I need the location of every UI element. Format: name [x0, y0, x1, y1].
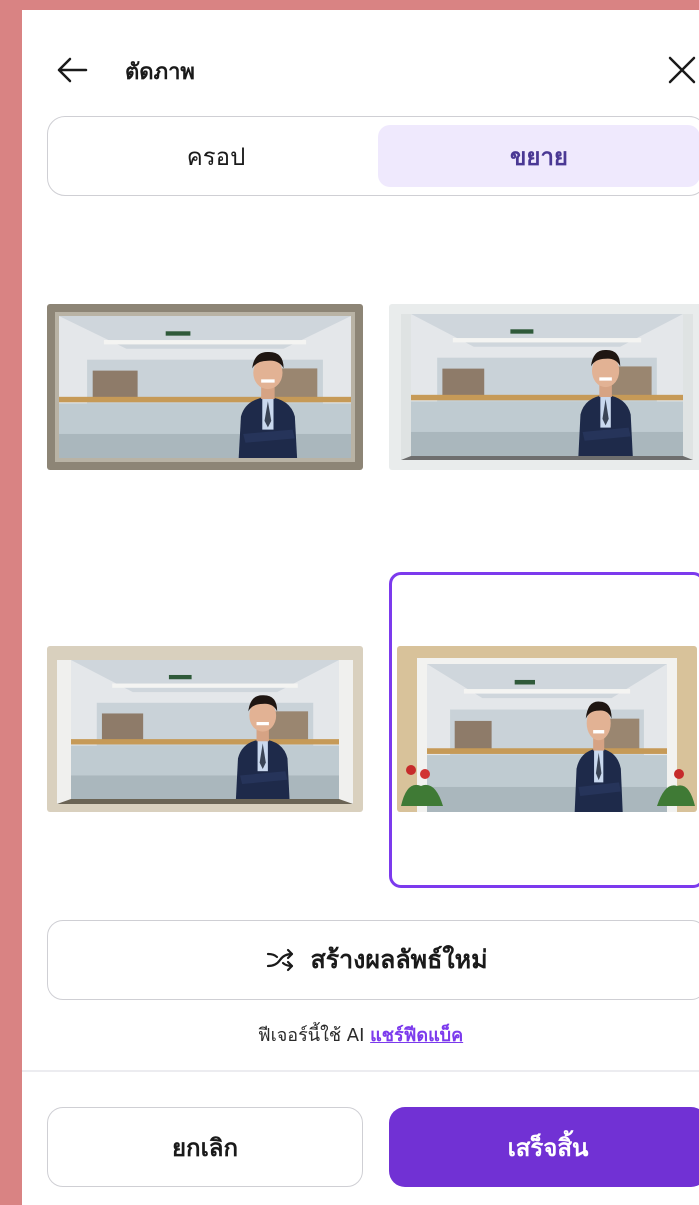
- businessman-image: [427, 664, 667, 812]
- result-thumbnail-2[interactable]: [389, 304, 699, 470]
- arrow-left-icon: [57, 57, 88, 83]
- crop-panel: ตัดภาพ ครอป ขยาย สร้างผลลัพธ์ใหม่ ฟีเจอร…: [22, 10, 699, 1205]
- tab-expand[interactable]: ขยาย: [378, 125, 699, 187]
- mode-segmented-control: ครอป ขยาย: [47, 116, 699, 196]
- flower-pot-icon: [657, 769, 695, 806]
- cancel-button[interactable]: ยกเลิก: [47, 1107, 363, 1187]
- result-thumbnail-3[interactable]: [47, 646, 363, 812]
- businessman-image: [411, 314, 683, 456]
- close-button[interactable]: [662, 50, 699, 90]
- ai-feature-note: ฟีเจอร์นี้ใช้ AI แชร์ฟีดแบ็ค: [22, 1020, 699, 1049]
- regenerate-button[interactable]: สร้างผลลัพธ์ใหม่: [47, 920, 699, 1000]
- flower-pot-icon: [401, 765, 443, 806]
- done-button[interactable]: เสร็จสิ้น: [389, 1107, 699, 1187]
- businessman-image: [59, 316, 351, 458]
- ai-note-text: ฟีเจอร์นี้ใช้ AI: [257, 1025, 365, 1046]
- back-button[interactable]: [52, 50, 92, 90]
- businessman-image: [71, 660, 339, 799]
- result-thumbnail-1[interactable]: [47, 304, 363, 470]
- result-thumbnail-4[interactable]: [397, 646, 697, 812]
- footer-divider: [22, 1070, 699, 1072]
- shuffle-icon: [267, 948, 294, 972]
- page-title: ตัดภาพ: [125, 60, 195, 85]
- close-icon: [668, 56, 696, 84]
- regenerate-label: สร้างผลลัพธ์ใหม่: [310, 945, 488, 974]
- tab-crop[interactable]: ครอป: [56, 125, 376, 187]
- share-feedback-link[interactable]: แชร์ฟีดแบ็ค: [370, 1025, 463, 1046]
